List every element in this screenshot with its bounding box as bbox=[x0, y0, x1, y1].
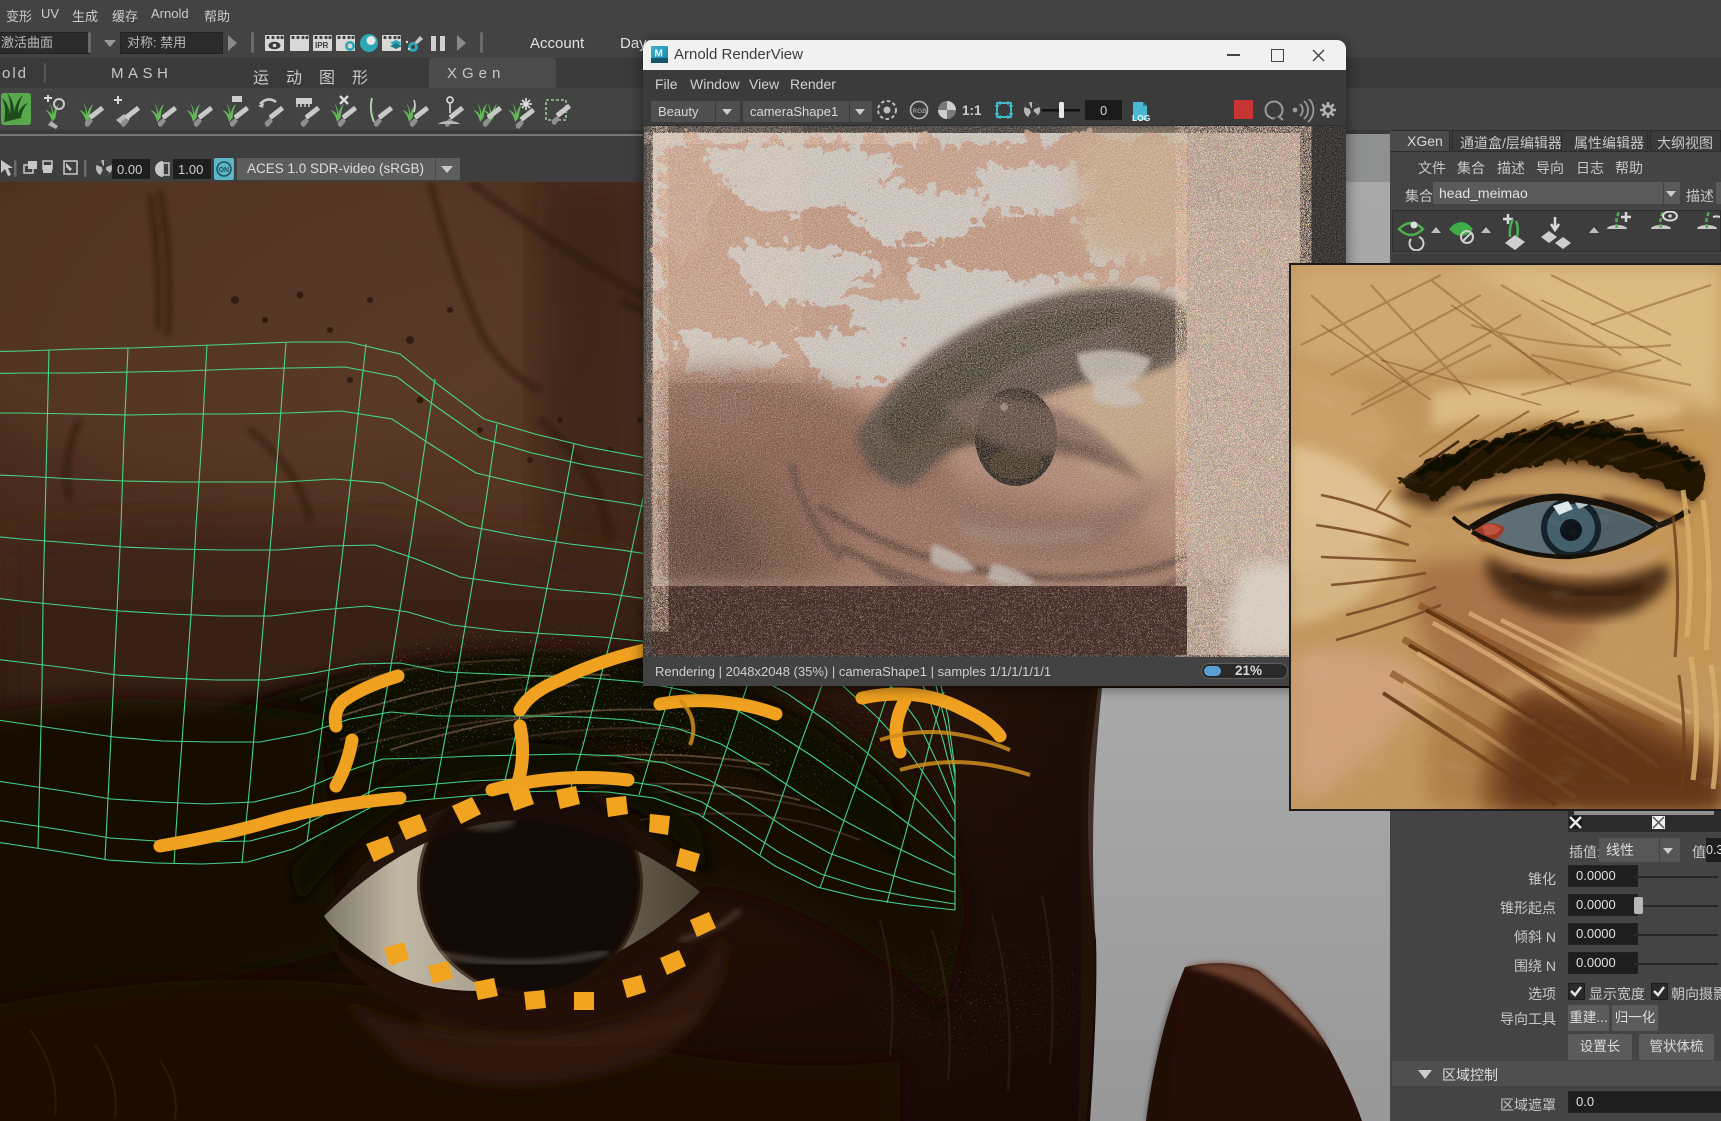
svg-text:1.00: 1.00 bbox=[178, 162, 203, 177]
svg-text:0.00: 0.00 bbox=[117, 162, 142, 177]
svg-text:LOG: LOG bbox=[1132, 113, 1151, 123]
svg-text:IPR: IPR bbox=[315, 41, 329, 50]
svg-text:1:1: 1:1 bbox=[962, 103, 982, 118]
svg-text:RGB: RGB bbox=[913, 108, 927, 115]
svg-text:ON: ON bbox=[219, 167, 230, 174]
svg-text:M: M bbox=[655, 49, 663, 60]
svg-text:0: 0 bbox=[1100, 103, 1107, 118]
